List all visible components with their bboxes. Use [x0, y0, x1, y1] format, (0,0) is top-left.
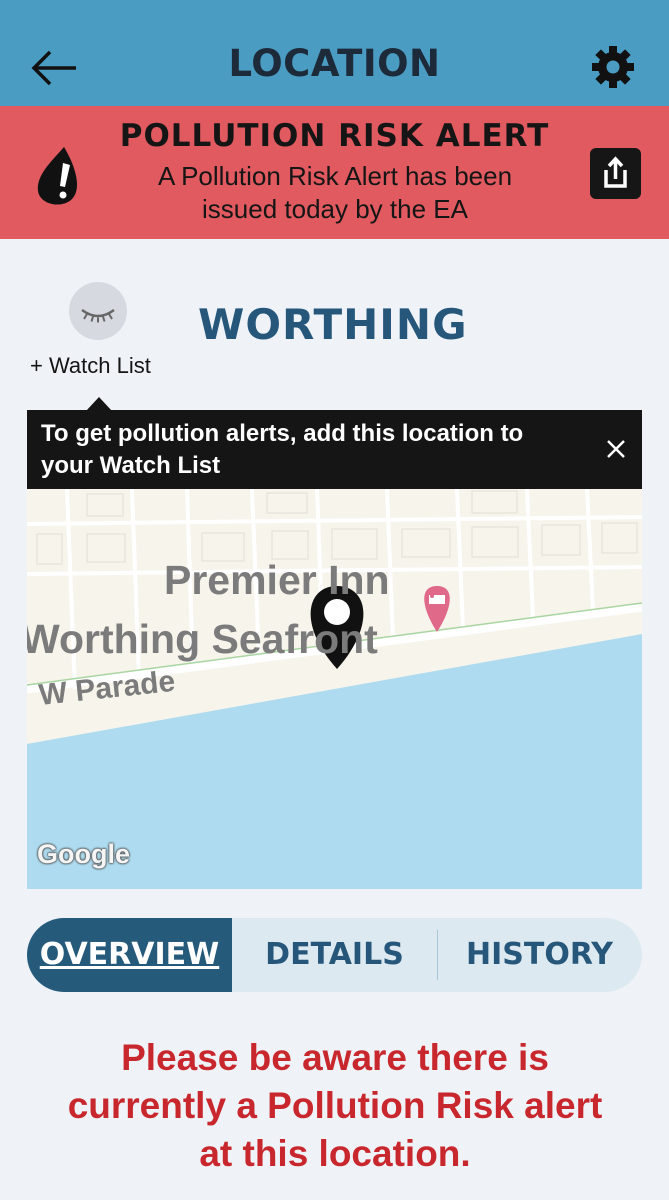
map-poi-label: Worthing Seafront [27, 616, 378, 662]
tooltip-text: To get pollution alerts, add this locati… [41, 420, 524, 479]
watch-list-toggle[interactable] [69, 282, 127, 340]
watch-list-tooltip: To get pollution alerts, add this locati… [27, 410, 642, 489]
share-button[interactable] [590, 148, 641, 199]
watch-list-label[interactable]: + Watch List [30, 353, 151, 379]
tab-details[interactable]: DETAILS [232, 918, 437, 992]
page-title: LOCATION [228, 42, 441, 85]
tooltip-close-button[interactable] [603, 436, 629, 462]
location-name: WORTHING [198, 300, 468, 349]
gear-icon [592, 46, 634, 88]
alert-title: POLLUTION RISK ALERT [119, 118, 550, 154]
pollution-notice: Please be aware there is currently a Pol… [67, 1037, 603, 1174]
alert-drop-icon [32, 145, 88, 209]
tooltip-arrow [86, 397, 112, 411]
closed-eye-icon [81, 308, 115, 323]
tab-bar: OVERVIEW DETAILS HISTORY [27, 918, 642, 992]
map-attribution[interactable]: Google [37, 839, 130, 870]
tab-overview[interactable]: OVERVIEW [27, 918, 232, 992]
alert-message: A Pollution Risk Alert has been issued t… [157, 161, 513, 224]
tab-history[interactable]: HISTORY [437, 918, 642, 992]
share-icon [604, 156, 627, 188]
settings-button[interactable] [588, 42, 638, 92]
close-icon [607, 440, 625, 458]
location-map[interactable]: Premier Inn Worthing Seafront W Parade G… [27, 489, 642, 889]
map-poi-label: Premier Inn [164, 557, 390, 603]
